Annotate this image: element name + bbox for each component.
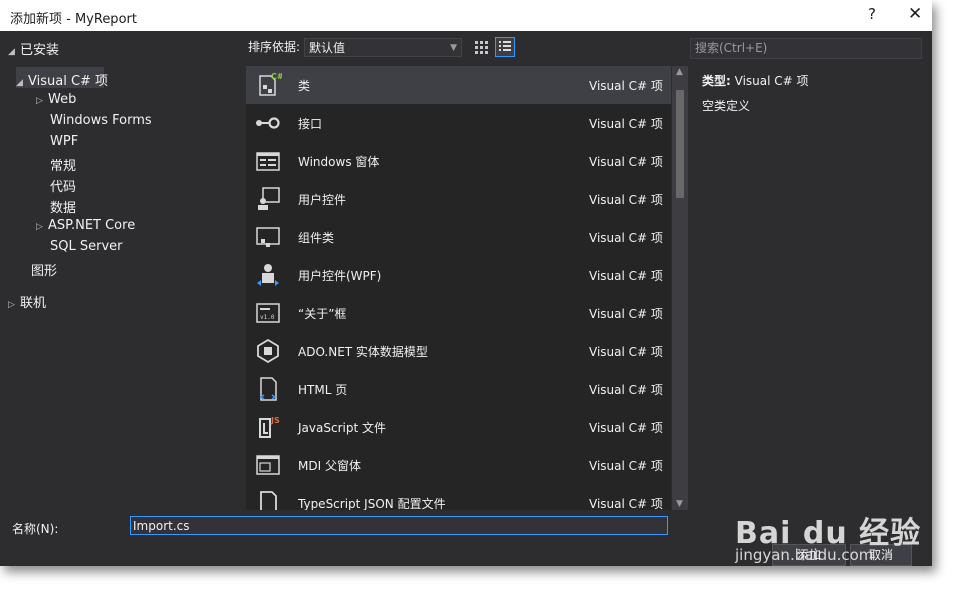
dropdown-arrow-icon: ▼ bbox=[450, 43, 457, 53]
baidu-watermark: Bai du 经验 jingyan.baidu.com bbox=[735, 508, 921, 564]
javascript-file-icon: JS bbox=[259, 416, 280, 438]
tree-online[interactable]: ▷ 联机 bbox=[8, 292, 46, 311]
template-row[interactable]: TypeScript JSON 配置文件 Visual C# 项 bbox=[246, 484, 671, 510]
tree-item-wpf[interactable]: WPF bbox=[50, 134, 78, 149]
template-name: TypeScript JSON 配置文件 bbox=[298, 497, 446, 510]
sort-label: 排序依据: bbox=[248, 40, 301, 54]
add-new-item-dialog: 添加新项 - MyReport ? ✕ ◢ 已安装 ◢ Visual C# 项 ▷ W… bbox=[0, 0, 932, 566]
svg-text:JS: JS bbox=[270, 416, 280, 425]
template-name: MDI 父窗体 bbox=[298, 459, 361, 473]
about-box-icon: v1.0 bbox=[256, 303, 280, 323]
template-category: Visual C# 项 bbox=[589, 345, 663, 359]
template-category: Visual C# 项 bbox=[589, 421, 663, 435]
template-category: Visual C# 项 bbox=[589, 231, 663, 245]
form-icon bbox=[256, 152, 280, 171]
interface-icon bbox=[256, 117, 280, 129]
template-name: JavaScript 文件 bbox=[298, 421, 386, 435]
tree-item-sql-server[interactable]: SQL Server bbox=[50, 239, 123, 254]
name-label: 名称(N): bbox=[12, 522, 59, 536]
tree-item-data[interactable]: 数据 bbox=[50, 197, 76, 216]
expanded-triangle-icon[interactable]: ◢ bbox=[16, 78, 28, 88]
template-row[interactable]: JS JavaScript 文件 Visual C# 项 bbox=[246, 408, 671, 446]
template-name: 组件类 bbox=[298, 231, 335, 245]
wpf-user-control-icon bbox=[257, 264, 279, 286]
template-name: Windows 窗体 bbox=[298, 155, 380, 169]
template-row[interactable]: HTML 页 Visual C# 项 bbox=[246, 370, 671, 408]
expanded-triangle-icon[interactable]: ◢ bbox=[8, 47, 20, 57]
item-description: 空类定义 bbox=[702, 99, 751, 113]
scroll-down-icon[interactable]: ▼ bbox=[676, 499, 683, 509]
template-category: Visual C# 项 bbox=[589, 269, 663, 283]
list-view-button[interactable] bbox=[495, 37, 515, 57]
svg-text:C#: C# bbox=[271, 72, 282, 81]
window-title: 添加新项 - MyReport bbox=[10, 12, 137, 27]
tree-item-graphics[interactable]: 图形 bbox=[31, 260, 57, 279]
name-input[interactable] bbox=[130, 516, 668, 535]
template-name: 接口 bbox=[298, 117, 323, 131]
item-type: 类型: Visual C# 项 bbox=[702, 72, 809, 89]
template-list-scrollbar[interactable]: ▲ ▼ bbox=[672, 66, 688, 510]
tree-item-web[interactable]: ▷ Web bbox=[36, 92, 76, 107]
template-name: 类 bbox=[298, 79, 311, 93]
tree-item-windows-forms[interactable]: Windows Forms bbox=[50, 113, 152, 128]
watermark-url: jingyan.baidu.com bbox=[735, 546, 874, 564]
type-value: Visual C# 项 bbox=[734, 74, 809, 88]
list-view-icon bbox=[499, 41, 511, 51]
template-name: 用户控件 bbox=[298, 193, 347, 207]
template-list: C# 类 Visual C# 项 接口 Visual C# 项 Windows … bbox=[246, 66, 671, 510]
template-name: HTML 页 bbox=[298, 383, 348, 397]
template-category: Visual C# 项 bbox=[589, 117, 663, 131]
search-input[interactable]: 搜索(Ctrl+E) bbox=[690, 38, 922, 59]
tree-item-visual-csharp[interactable]: ◢ Visual C# 项 bbox=[16, 70, 108, 89]
template-category: Visual C# 项 bbox=[589, 193, 663, 207]
tree-item-general[interactable]: 常规 bbox=[50, 155, 76, 174]
template-category: Visual C# 项 bbox=[589, 155, 663, 169]
collapsed-triangle-icon[interactable]: ▷ bbox=[8, 300, 20, 310]
template-category: Visual C# 项 bbox=[589, 383, 663, 397]
scroll-up-icon[interactable]: ▲ bbox=[676, 67, 683, 77]
title-bar: 添加新项 - MyReport ? ✕ bbox=[0, 0, 932, 31]
grid-view-button[interactable] bbox=[471, 37, 491, 57]
template-row[interactable]: C# 类 Visual C# 项 bbox=[246, 66, 671, 104]
sort-dropdown[interactable]: 默认值 ▼ bbox=[304, 38, 462, 57]
component-icon bbox=[256, 227, 280, 247]
mdi-form-icon bbox=[256, 455, 280, 475]
help-button[interactable]: ? bbox=[868, 5, 876, 23]
template-row[interactable]: 用户控件(WPF) Visual C# 项 bbox=[246, 256, 671, 294]
template-category: Visual C# 项 bbox=[589, 307, 663, 321]
template-name: 用户控件(WPF) bbox=[298, 269, 382, 283]
template-row[interactable]: v1.0 “关于”框 Visual C# 项 bbox=[246, 294, 671, 332]
grid-view-icon bbox=[475, 41, 488, 54]
collapsed-triangle-icon[interactable]: ▷ bbox=[36, 222, 48, 232]
template-row[interactable]: 接口 Visual C# 项 bbox=[246, 104, 671, 142]
entity-model-icon bbox=[257, 338, 279, 364]
template-row[interactable]: 用户控件 Visual C# 项 bbox=[246, 180, 671, 218]
collapsed-triangle-icon[interactable]: ▷ bbox=[36, 96, 48, 106]
template-category: Visual C# 项 bbox=[589, 79, 663, 93]
html-page-icon bbox=[259, 377, 277, 401]
template-name: “关于”框 bbox=[298, 307, 347, 321]
template-category: Visual C# 项 bbox=[589, 497, 663, 510]
template-row[interactable]: Windows 窗体 Visual C# 项 bbox=[246, 142, 671, 180]
type-label: 类型: bbox=[702, 74, 731, 88]
close-button[interactable]: ✕ bbox=[908, 4, 922, 24]
svg-text:v1.0: v1.0 bbox=[260, 314, 275, 321]
user-control-icon bbox=[258, 187, 280, 210]
class-icon: C# bbox=[259, 72, 282, 96]
tree-item-code[interactable]: 代码 bbox=[50, 176, 76, 195]
template-name: ADO.NET 实体数据模型 bbox=[298, 345, 428, 359]
template-category: Visual C# 项 bbox=[589, 459, 663, 473]
item-details: 类型: Visual C# 项 空类定义 bbox=[702, 72, 809, 114]
tree-installed[interactable]: ◢ 已安装 bbox=[8, 39, 59, 58]
scrollbar-thumb[interactable] bbox=[676, 90, 684, 198]
template-row[interactable]: ADO.NET 实体数据模型 Visual C# 项 bbox=[246, 332, 671, 370]
template-row[interactable]: MDI 父窗体 Visual C# 项 bbox=[246, 446, 671, 484]
template-row[interactable]: 组件类 Visual C# 项 bbox=[246, 218, 671, 256]
tree-item-aspnet-core[interactable]: ▷ ASP.NET Core bbox=[36, 218, 135, 233]
json-config-icon bbox=[260, 491, 277, 510]
